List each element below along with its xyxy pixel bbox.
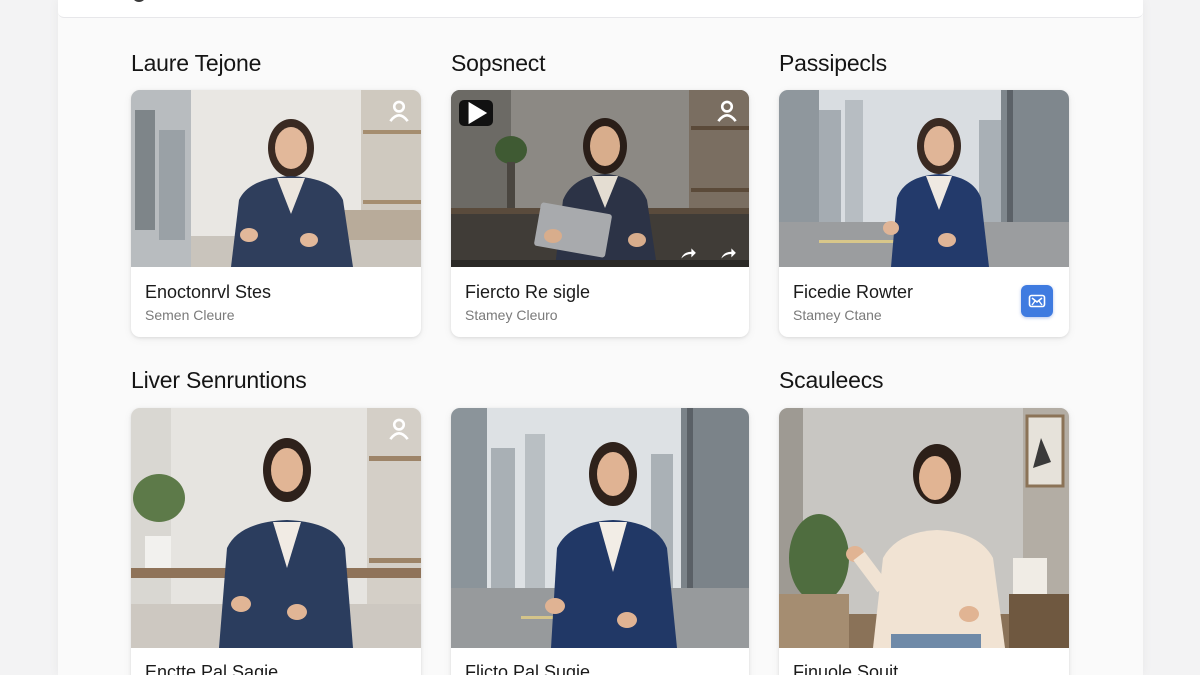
gamepad-icon[interactable] bbox=[1021, 285, 1053, 317]
top-bar-edge bbox=[132, 0, 146, 2]
person-icon bbox=[713, 98, 741, 124]
video-card[interactable]: Fiercto Re sigle Stamey Cleuro bbox=[451, 90, 749, 337]
card-title: Enctte Pal Sagie bbox=[145, 662, 279, 675]
card-subtitle: Semen Cleure bbox=[145, 307, 235, 323]
video-thumbnail[interactable] bbox=[131, 90, 421, 267]
share-icon[interactable] bbox=[679, 247, 697, 261]
top-bar bbox=[58, 0, 1143, 18]
person-icon bbox=[385, 416, 413, 442]
card-title: Ficedie Rowter bbox=[793, 282, 914, 302]
card-subtitle: Stamey Ctane bbox=[793, 307, 882, 323]
section-title: Scauleecs bbox=[779, 367, 884, 393]
card-title: Flicto Pal Sugie bbox=[465, 662, 591, 675]
video-card[interactable]: Finuole Souit bbox=[779, 408, 1069, 675]
video-card[interactable]: Enoctonrvl Stes Semen Cleure bbox=[131, 90, 421, 337]
person-icon bbox=[385, 98, 413, 124]
section-title: Passipecls bbox=[779, 50, 887, 76]
video-card[interactable]: Ficedie Rowter Stamey Ctane bbox=[779, 90, 1069, 337]
video-card[interactable]: Enctte Pal Sagie bbox=[131, 408, 421, 675]
section-title: Liver Senruntions bbox=[131, 367, 307, 393]
section-title: Sopsnect bbox=[451, 50, 546, 76]
video-card[interactable]: Flicto Pal Sugie bbox=[451, 408, 749, 675]
forward-icon[interactable] bbox=[719, 247, 737, 261]
card-title: Enoctonrvl Stes bbox=[145, 282, 272, 302]
video-thumbnail[interactable] bbox=[779, 408, 1069, 648]
card-title: Finuole Souit bbox=[793, 662, 899, 675]
card-title: Fiercto Re sigle bbox=[465, 282, 591, 302]
play-icon[interactable] bbox=[459, 100, 493, 126]
video-thumbnail[interactable] bbox=[131, 408, 421, 648]
section-title: Laure Tejone bbox=[131, 50, 262, 76]
video-thumbnail[interactable] bbox=[451, 90, 749, 267]
video-thumbnail[interactable] bbox=[779, 90, 1069, 267]
card-subtitle: Stamey Cleuro bbox=[465, 307, 558, 323]
video-thumbnail[interactable] bbox=[451, 408, 749, 648]
